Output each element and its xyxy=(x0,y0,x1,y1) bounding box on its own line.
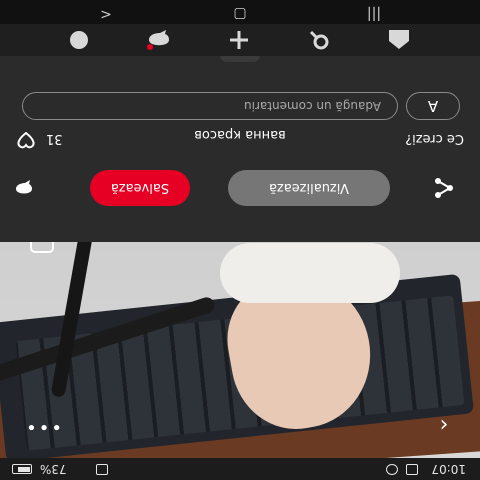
visit-button[interactable]: Vizualizează xyxy=(228,170,390,206)
avatar[interactable]: A xyxy=(406,92,460,120)
comments-heading: Ce crezi? xyxy=(405,131,464,146)
heart-icon xyxy=(16,128,36,150)
share-icon[interactable] xyxy=(428,172,460,204)
message-icon xyxy=(406,464,418,475)
likes-count[interactable]: 31 xyxy=(16,128,63,150)
lens-search-icon[interactable] xyxy=(22,242,62,262)
battery-percent: 73% xyxy=(40,462,67,476)
more-options-icon[interactable]: ••• xyxy=(24,416,62,437)
comment-compose: A Adaugă un comentariu xyxy=(0,82,480,122)
pin-image[interactable]: ‹ ••• xyxy=(0,242,480,458)
save-button[interactable]: Salvează xyxy=(90,170,190,206)
status-time: 10:07 xyxy=(431,462,466,476)
search-icon[interactable] xyxy=(304,26,334,54)
likes-number: 31 xyxy=(46,131,63,147)
recents-icon[interactable]: ||| xyxy=(362,6,386,22)
back-nav-icon[interactable]: < xyxy=(94,6,118,22)
home-icon[interactable] xyxy=(384,26,414,54)
add-icon[interactable] xyxy=(224,26,254,54)
profile-icon[interactable] xyxy=(64,26,94,54)
messages-icon[interactable] xyxy=(144,26,174,54)
status-bar: 10:07 73% xyxy=(0,458,480,480)
signal-icon xyxy=(96,464,108,475)
home-nav-icon[interactable]: ▢ xyxy=(228,6,252,22)
messages-bubble-icon[interactable] xyxy=(8,172,40,204)
system-nav: ||| ▢ < xyxy=(0,0,480,24)
app-screen: 10:07 73% ‹ ••• Salvează Vizualizează ва… xyxy=(0,0,480,480)
battery-icon xyxy=(12,464,32,474)
comment-input[interactable]: Adaugă un comentariu xyxy=(22,92,398,120)
back-chevron-icon[interactable]: ‹ xyxy=(428,408,460,440)
notification-icon xyxy=(386,464,398,475)
bottom-nav xyxy=(0,24,480,56)
